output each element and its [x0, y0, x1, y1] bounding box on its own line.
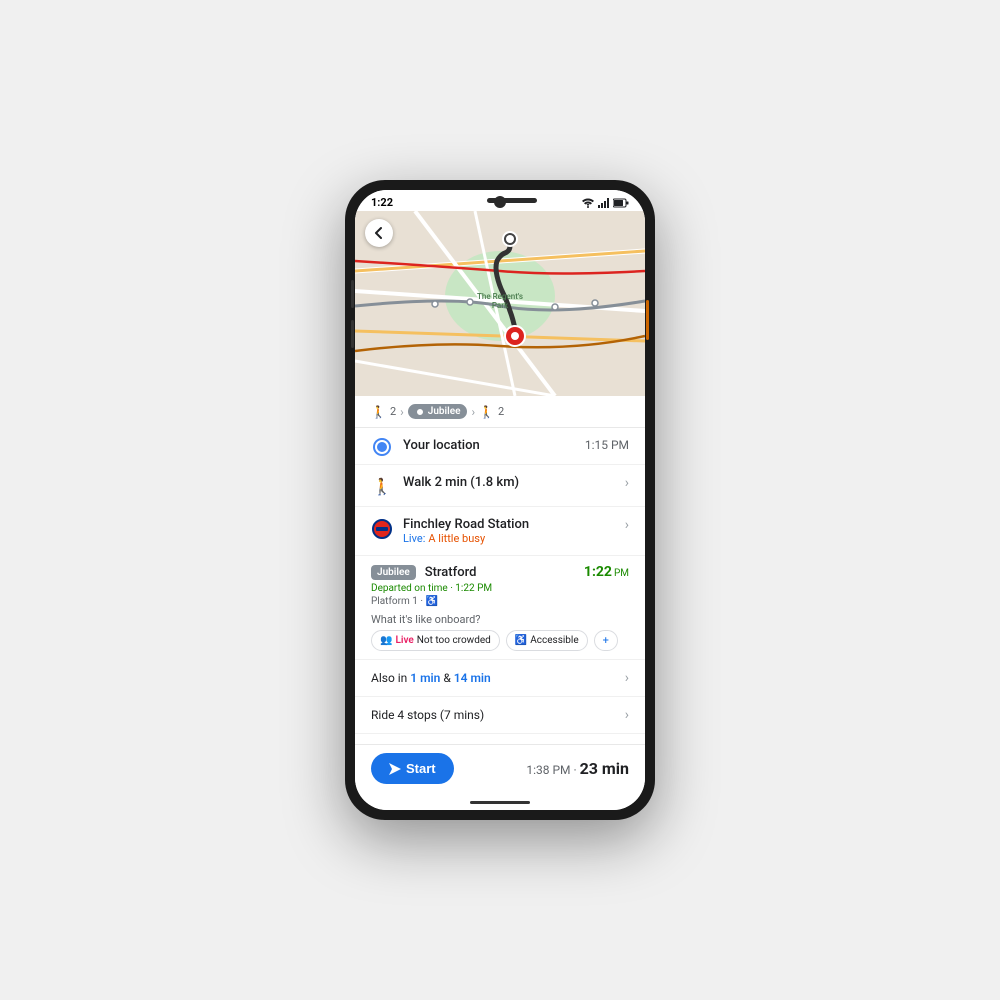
- trip-duration: 23 min: [580, 759, 629, 778]
- also-in-time1: 1 min: [410, 671, 440, 685]
- arrival-time: 1:38 PM · 23 min: [526, 763, 629, 777]
- signal-icon: [598, 198, 610, 208]
- live-chip-label: Live: [395, 635, 413, 646]
- people-icon: 👥: [380, 635, 392, 646]
- svg-text:The Regent's: The Regent's: [477, 292, 523, 301]
- home-bar: [470, 801, 530, 804]
- walk-icon-2: 🚶: [479, 405, 494, 419]
- bottom-bar: Start 1:38 PM · 23 min: [355, 744, 645, 794]
- back-button[interactable]: [365, 219, 393, 247]
- status-icons: [581, 198, 629, 208]
- walk-icon-1: 🚶: [371, 405, 386, 419]
- phone-speaker: [487, 198, 537, 203]
- train-detail-card: Jubilee Stratford 1:22 PM Departed on ti…: [355, 556, 645, 660]
- train-departure-pm: PM: [614, 568, 629, 579]
- platform-label: Platform 1 ·: [371, 596, 423, 607]
- chevron-2: ›: [471, 405, 475, 419]
- finchley-live-status: A little busy: [428, 532, 485, 545]
- walk-segment-label: Walk 2 min (1.8 km): [403, 475, 615, 490]
- location-dot-icon: [371, 440, 393, 454]
- onboard-question: What it's like onboard?: [371, 613, 629, 626]
- route-summary-bar: 🚶 2 › Jubilee › 🚶 2: [355, 396, 645, 428]
- your-location-time: 1:15 PM: [585, 438, 629, 452]
- jubilee-badge-label: Jubilee: [428, 406, 461, 417]
- finchley-live-prefix: Live:: [403, 532, 425, 545]
- also-in-text: Also in 1 min & 14 min: [371, 671, 491, 685]
- status-time: 1:22: [371, 196, 393, 209]
- accessible-chip-icon: ♿: [515, 635, 527, 646]
- finchley-station-content: Finchley Road Station Live: A little bus…: [403, 517, 615, 545]
- start-button-label: Start: [406, 761, 436, 776]
- ride-stops-label: Ride 4 stops (7 mins): [371, 708, 484, 722]
- crowded-chip-text: Not too crowded: [417, 635, 491, 646]
- your-location-row: Your location 1:15 PM: [355, 428, 645, 465]
- power-button: [646, 300, 649, 340]
- plus-icon: +: [603, 634, 609, 647]
- onboard-chips-row: 👥 Live Not too crowded ♿ Accessible +: [371, 630, 629, 651]
- walk-segment-content: Walk 2 min (1.8 km): [403, 475, 615, 490]
- volume-down-button: [351, 320, 354, 348]
- start-button[interactable]: Start: [371, 753, 454, 784]
- chevron-1: ›: [400, 405, 404, 419]
- navigation-icon: [389, 763, 401, 775]
- departed-on-time-label: Departed on time · 1:22 PM: [371, 583, 492, 594]
- live-crowded-chip[interactable]: 👥 Live Not too crowded: [371, 630, 500, 651]
- map-area: The Regent's Park: [355, 211, 645, 396]
- wifi-icon: [581, 198, 595, 208]
- battery-icon: [613, 198, 629, 208]
- volume-up-button: [351, 280, 354, 308]
- train-departed-info: Departed on time · 1:22 PM: [371, 583, 629, 594]
- jubilee-line-badge: Jubilee: [371, 565, 416, 580]
- tfl-station-icon: [371, 519, 393, 539]
- jubilee-route-badge: Jubilee: [408, 404, 468, 419]
- svg-text:Park: Park: [492, 301, 509, 310]
- also-in-row[interactable]: Also in 1 min & 14 min ›: [355, 660, 645, 697]
- content-area[interactable]: Your location 1:15 PM 🚶 Walk 2 min (1.8 …: [355, 428, 645, 744]
- walk-count-1: 2: [390, 405, 396, 418]
- walk-segment-row[interactable]: 🚶 Walk 2 min (1.8 km) ›: [355, 465, 645, 507]
- more-chip[interactable]: +: [594, 630, 618, 651]
- also-in-chevron-icon: ›: [625, 670, 629, 686]
- walk-chevron-icon: ›: [625, 475, 629, 491]
- phone-screen: 1:22: [355, 190, 645, 810]
- train-destination-label: Stratford: [425, 565, 477, 580]
- also-in-sep: &: [440, 671, 453, 685]
- accessible-chip[interactable]: ♿ Accessible: [506, 630, 588, 651]
- home-indicator: [355, 794, 645, 810]
- also-in-time2: 14 min: [454, 671, 491, 685]
- your-location-label: Your location: [403, 438, 575, 453]
- finchley-chevron-icon: ›: [625, 517, 629, 533]
- walk-count-2: 2: [498, 405, 504, 418]
- train-departure-time: 1:22: [584, 564, 612, 580]
- jubilee-circle-icon: [415, 407, 425, 417]
- also-in-prefix: Also in: [371, 671, 410, 685]
- accessible-icon: ♿: [425, 596, 437, 607]
- arrival-info: 1:38 PM · 23 min: [526, 759, 629, 778]
- your-location-content: Your location: [403, 438, 575, 453]
- platform-info: Platform 1 · ♿: [371, 596, 629, 607]
- arrival-time-value: 1:38 PM ·: [526, 763, 576, 777]
- ride-stops-row[interactable]: Ride 4 stops (7 mins) ›: [355, 697, 645, 734]
- finchley-station-label: Finchley Road Station: [403, 517, 615, 532]
- walk-segment-icon: 🚶: [371, 477, 393, 496]
- finchley-station-row[interactable]: Finchley Road Station Live: A little bus…: [355, 507, 645, 556]
- walking-icon: 🚶: [372, 477, 392, 496]
- ride-stops-chevron-icon: ›: [625, 707, 629, 723]
- phone-device: 1:22: [345, 180, 655, 820]
- accessible-chip-text: Accessible: [530, 635, 578, 646]
